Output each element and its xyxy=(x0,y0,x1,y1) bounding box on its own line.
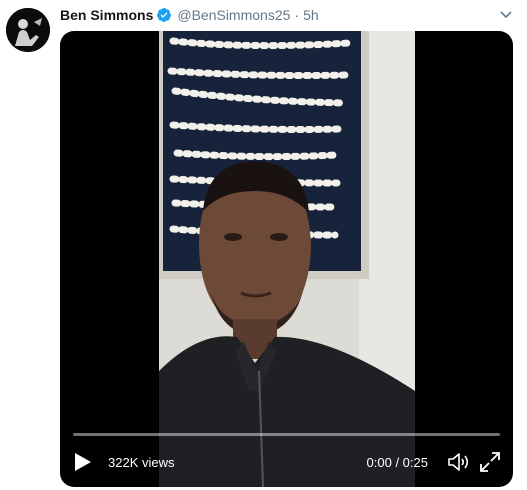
author-name[interactable]: Ben Simmons xyxy=(60,7,153,23)
progress-bar[interactable] xyxy=(73,433,500,436)
tweet-header: Ben Simmons @BenSimmons25 · 5h xyxy=(60,6,319,24)
video-controls: 322K views 0:00 / 0:25 xyxy=(60,427,513,487)
avatar-image xyxy=(6,8,50,52)
video-player[interactable]: 322K views 0:00 / 0:25 xyxy=(60,31,513,487)
video-frame xyxy=(159,31,415,487)
verified-badge-icon xyxy=(157,8,172,22)
avatar[interactable] xyxy=(6,8,50,52)
author-handle[interactable]: @BenSimmons25 xyxy=(177,7,290,23)
chevron-down-icon[interactable] xyxy=(500,10,512,20)
separator-dot: · xyxy=(294,7,300,23)
fullscreen-icon[interactable] xyxy=(479,451,501,473)
volume-icon[interactable] xyxy=(447,451,471,473)
view-count: 322K views xyxy=(108,455,175,470)
video-timecode: 0:00 / 0:25 xyxy=(366,455,428,470)
video-still-image xyxy=(159,31,415,487)
play-icon[interactable] xyxy=(74,452,92,472)
tweet-timestamp[interactable]: 5h xyxy=(303,7,319,23)
